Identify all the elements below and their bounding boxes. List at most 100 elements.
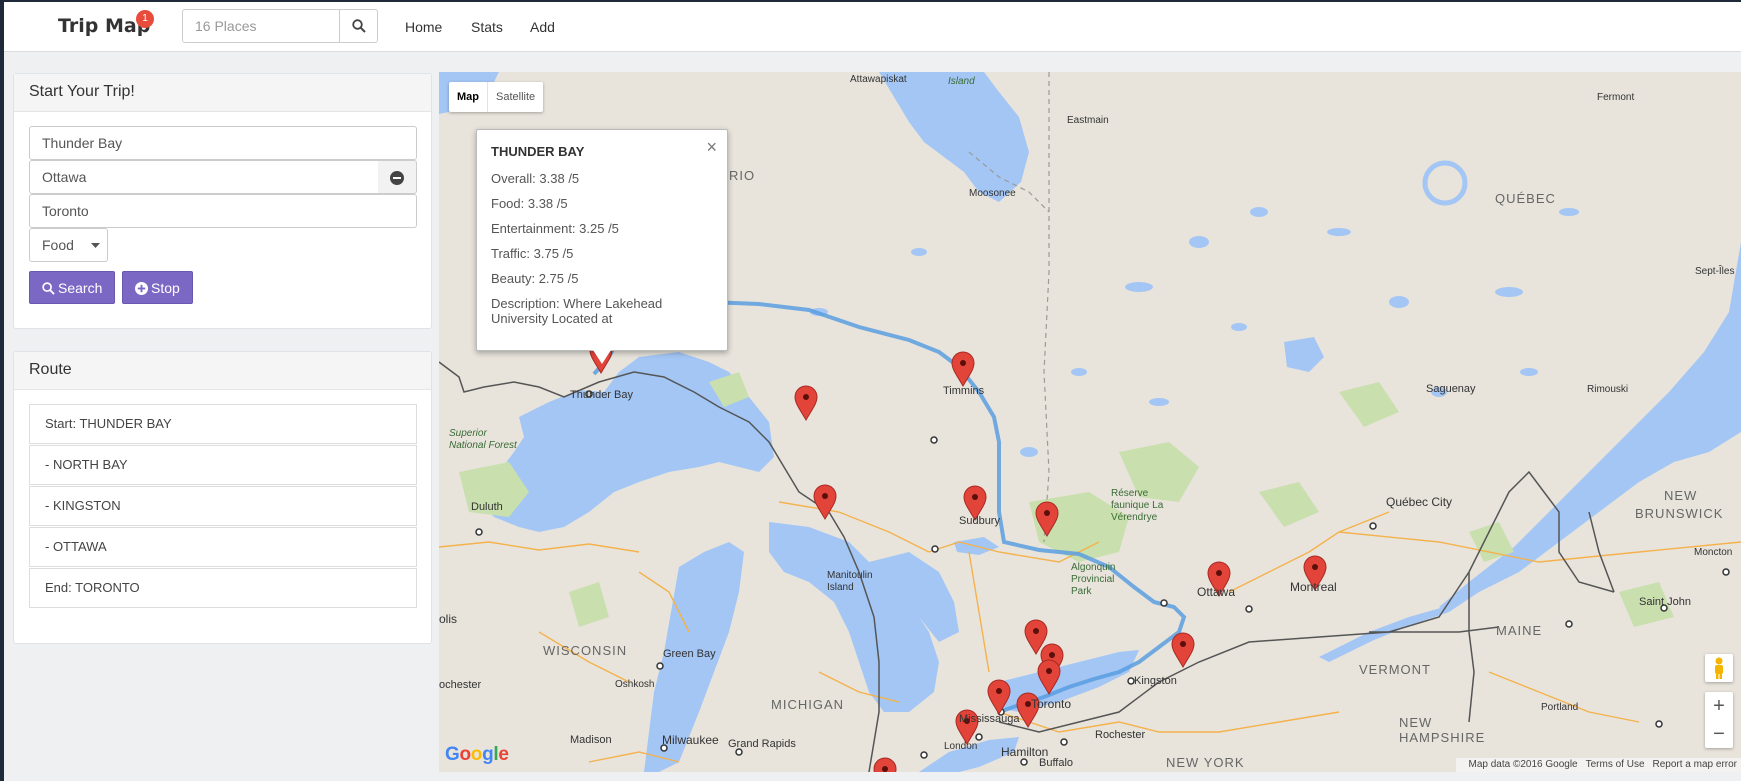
route-item: - OTTAWA — [29, 527, 417, 567]
label-portland: Portland — [1541, 702, 1578, 713]
nav-stats[interactable]: Stats — [471, 19, 503, 35]
info-window-pointer — [593, 350, 611, 364]
label-sudbury: Sudbury — [959, 515, 1000, 527]
lac-saint-jean — [1284, 337, 1324, 372]
label-green-bay: Green Bay — [663, 648, 716, 660]
map-type-map-button[interactable]: Map — [449, 82, 487, 112]
info-overall: Overall: 3.38 /5 — [491, 171, 580, 186]
label-quebec: QUÉBEC — [1495, 191, 1556, 206]
label-quebec-city: Québec City — [1386, 495, 1452, 509]
navbar: Trip Map 1 Home Stats Add — [4, 2, 1741, 52]
info-title: THUNDER BAY — [491, 144, 585, 159]
via-field[interactable]: Ottawa — [29, 160, 379, 194]
zoom-in-button[interactable]: + — [1705, 692, 1733, 720]
label-timmins: Timmins — [943, 385, 985, 397]
info-window: × THUNDER BAY Overall: 3.38 /5 Food: 3.3… — [476, 129, 728, 351]
search-trip-button[interactable]: Search — [29, 271, 116, 304]
label-island: Island — [948, 76, 975, 87]
label-duluth: Duluth — [471, 501, 503, 513]
category-select[interactable]: Food — [29, 228, 85, 262]
label-national-forest: National Forest — [449, 440, 518, 451]
info-traffic: Traffic: 3.75 /5 — [491, 246, 574, 261]
map-type-satellite-button[interactable]: Satellite — [487, 82, 543, 112]
search-trip-label: Search — [58, 280, 103, 296]
label-polis: olis — [439, 612, 457, 626]
close-icon[interactable]: × — [706, 137, 717, 158]
label-vermont: VERMONT — [1359, 662, 1431, 677]
st-lawrence-river — [1319, 607, 1449, 662]
label-buffalo: Buffalo — [1039, 757, 1073, 769]
label-saguenay: Saguenay — [1426, 383, 1476, 395]
label-london: London — [944, 741, 977, 752]
category-dropdown-toggle[interactable] — [84, 228, 108, 262]
label-superior: Superior — [449, 428, 487, 439]
label-oshkosh: Oshkosh — [615, 679, 654, 690]
search-input[interactable] — [182, 9, 340, 43]
label-fermont: Fermont — [1597, 92, 1634, 103]
route-panel: Route Start: THUNDER BAY - NORTH BAY - K… — [13, 351, 432, 644]
marker-kingston — [1171, 632, 1195, 668]
lake-huron — [769, 522, 939, 712]
label-new: NEW — [1664, 488, 1697, 503]
label-saint-john: Saint John — [1639, 596, 1691, 608]
map-view[interactable]: Thunder Bay Superior National Forest Dul… — [439, 72, 1741, 772]
label-maine: MAINE — [1496, 623, 1542, 638]
label-ottawa: Ottawa — [1197, 585, 1235, 599]
label-montreal: Montreal — [1290, 580, 1337, 594]
info-food: Food: 3.38 /5 — [491, 196, 568, 211]
route-panel-title: Route — [14, 352, 431, 390]
manicouagan-reservoir — [1422, 160, 1468, 206]
route-item-start: Start: THUNDER BAY — [29, 404, 417, 444]
label-rochester: Rochester — [1095, 729, 1145, 741]
label-moosonee: Moosonee — [969, 188, 1016, 199]
label-milwaukee: Milwaukee — [662, 733, 719, 747]
label-algonquin: Algonquin Provincial Park — [1071, 562, 1115, 597]
zoom-out-button[interactable]: − — [1705, 720, 1733, 748]
label-rimouski: Rimouski — [1587, 384, 1628, 395]
label-grand-rapids: Grand Rapids — [728, 738, 796, 750]
marker — [794, 385, 818, 421]
nav-add[interactable]: Add — [530, 19, 555, 35]
search-icon — [42, 282, 55, 295]
label-sept-iles: Sept-Îles — [1695, 264, 1734, 277]
label-brunswick: BRUNSWICK — [1635, 506, 1723, 521]
map-data-credit: Map data ©2016 Google — [1468, 759, 1578, 770]
street-view-pegman[interactable] — [1705, 654, 1733, 682]
report-map-error-link[interactable]: Report a map error — [1653, 759, 1737, 770]
route-item: - KINGSTON — [29, 486, 417, 526]
info-beauty: Beauty: 2.75 /5 — [491, 271, 579, 286]
nav-home[interactable]: Home — [405, 19, 442, 35]
label-toronto: Toronto — [1031, 697, 1071, 711]
label-kingston: Kingston — [1134, 675, 1177, 687]
label-michigan: MICHIGAN — [771, 697, 844, 712]
map-attribution: Map data ©2016 Google Terms of Use Report … — [1456, 758, 1741, 772]
route-item: - NORTH BAY — [29, 445, 417, 485]
trip-panel: Start Your Trip! Thunder Bay Ottawa Toro… — [13, 73, 432, 329]
notification-badge: 1 — [136, 10, 154, 28]
label-rochester-mn: ochester — [439, 679, 482, 691]
marker-sault — [813, 484, 837, 520]
info-description: Description: Where Lakehead University L… — [491, 296, 663, 326]
window-left-edge — [0, 0, 4, 781]
label-thunder-bay: Thunder Bay — [570, 389, 633, 401]
label-new-hampshire: NEW HAMPSHIRE — [1399, 715, 1485, 745]
zoom-control: + − — [1705, 692, 1733, 748]
pegman-icon — [1715, 657, 1723, 679]
info-entertainment: Entertainment: 3.25 /5 — [491, 221, 619, 236]
stop-label: Stop — [151, 280, 180, 296]
remove-stop-button[interactable] — [378, 160, 417, 194]
start-field[interactable]: Thunder Bay — [29, 126, 417, 160]
plus-circle-icon — [135, 282, 148, 295]
james-bay — [879, 72, 1029, 202]
label-rio: RIO — [729, 168, 755, 183]
label-new-york: NEW YORK — [1166, 755, 1245, 770]
end-field[interactable]: Toronto — [29, 194, 417, 228]
label-attawapiskat: Attawapiskat — [850, 74, 907, 85]
caret-down-icon — [91, 243, 100, 248]
search-button[interactable] — [339, 9, 378, 43]
minus-circle-icon — [390, 171, 404, 185]
google-logo[interactable]: Google — [445, 744, 509, 766]
label-eastmain: Eastmain — [1067, 115, 1109, 126]
terms-of-use-link[interactable]: Terms of Use — [1586, 759, 1645, 770]
stop-button[interactable]: Stop — [122, 271, 193, 304]
